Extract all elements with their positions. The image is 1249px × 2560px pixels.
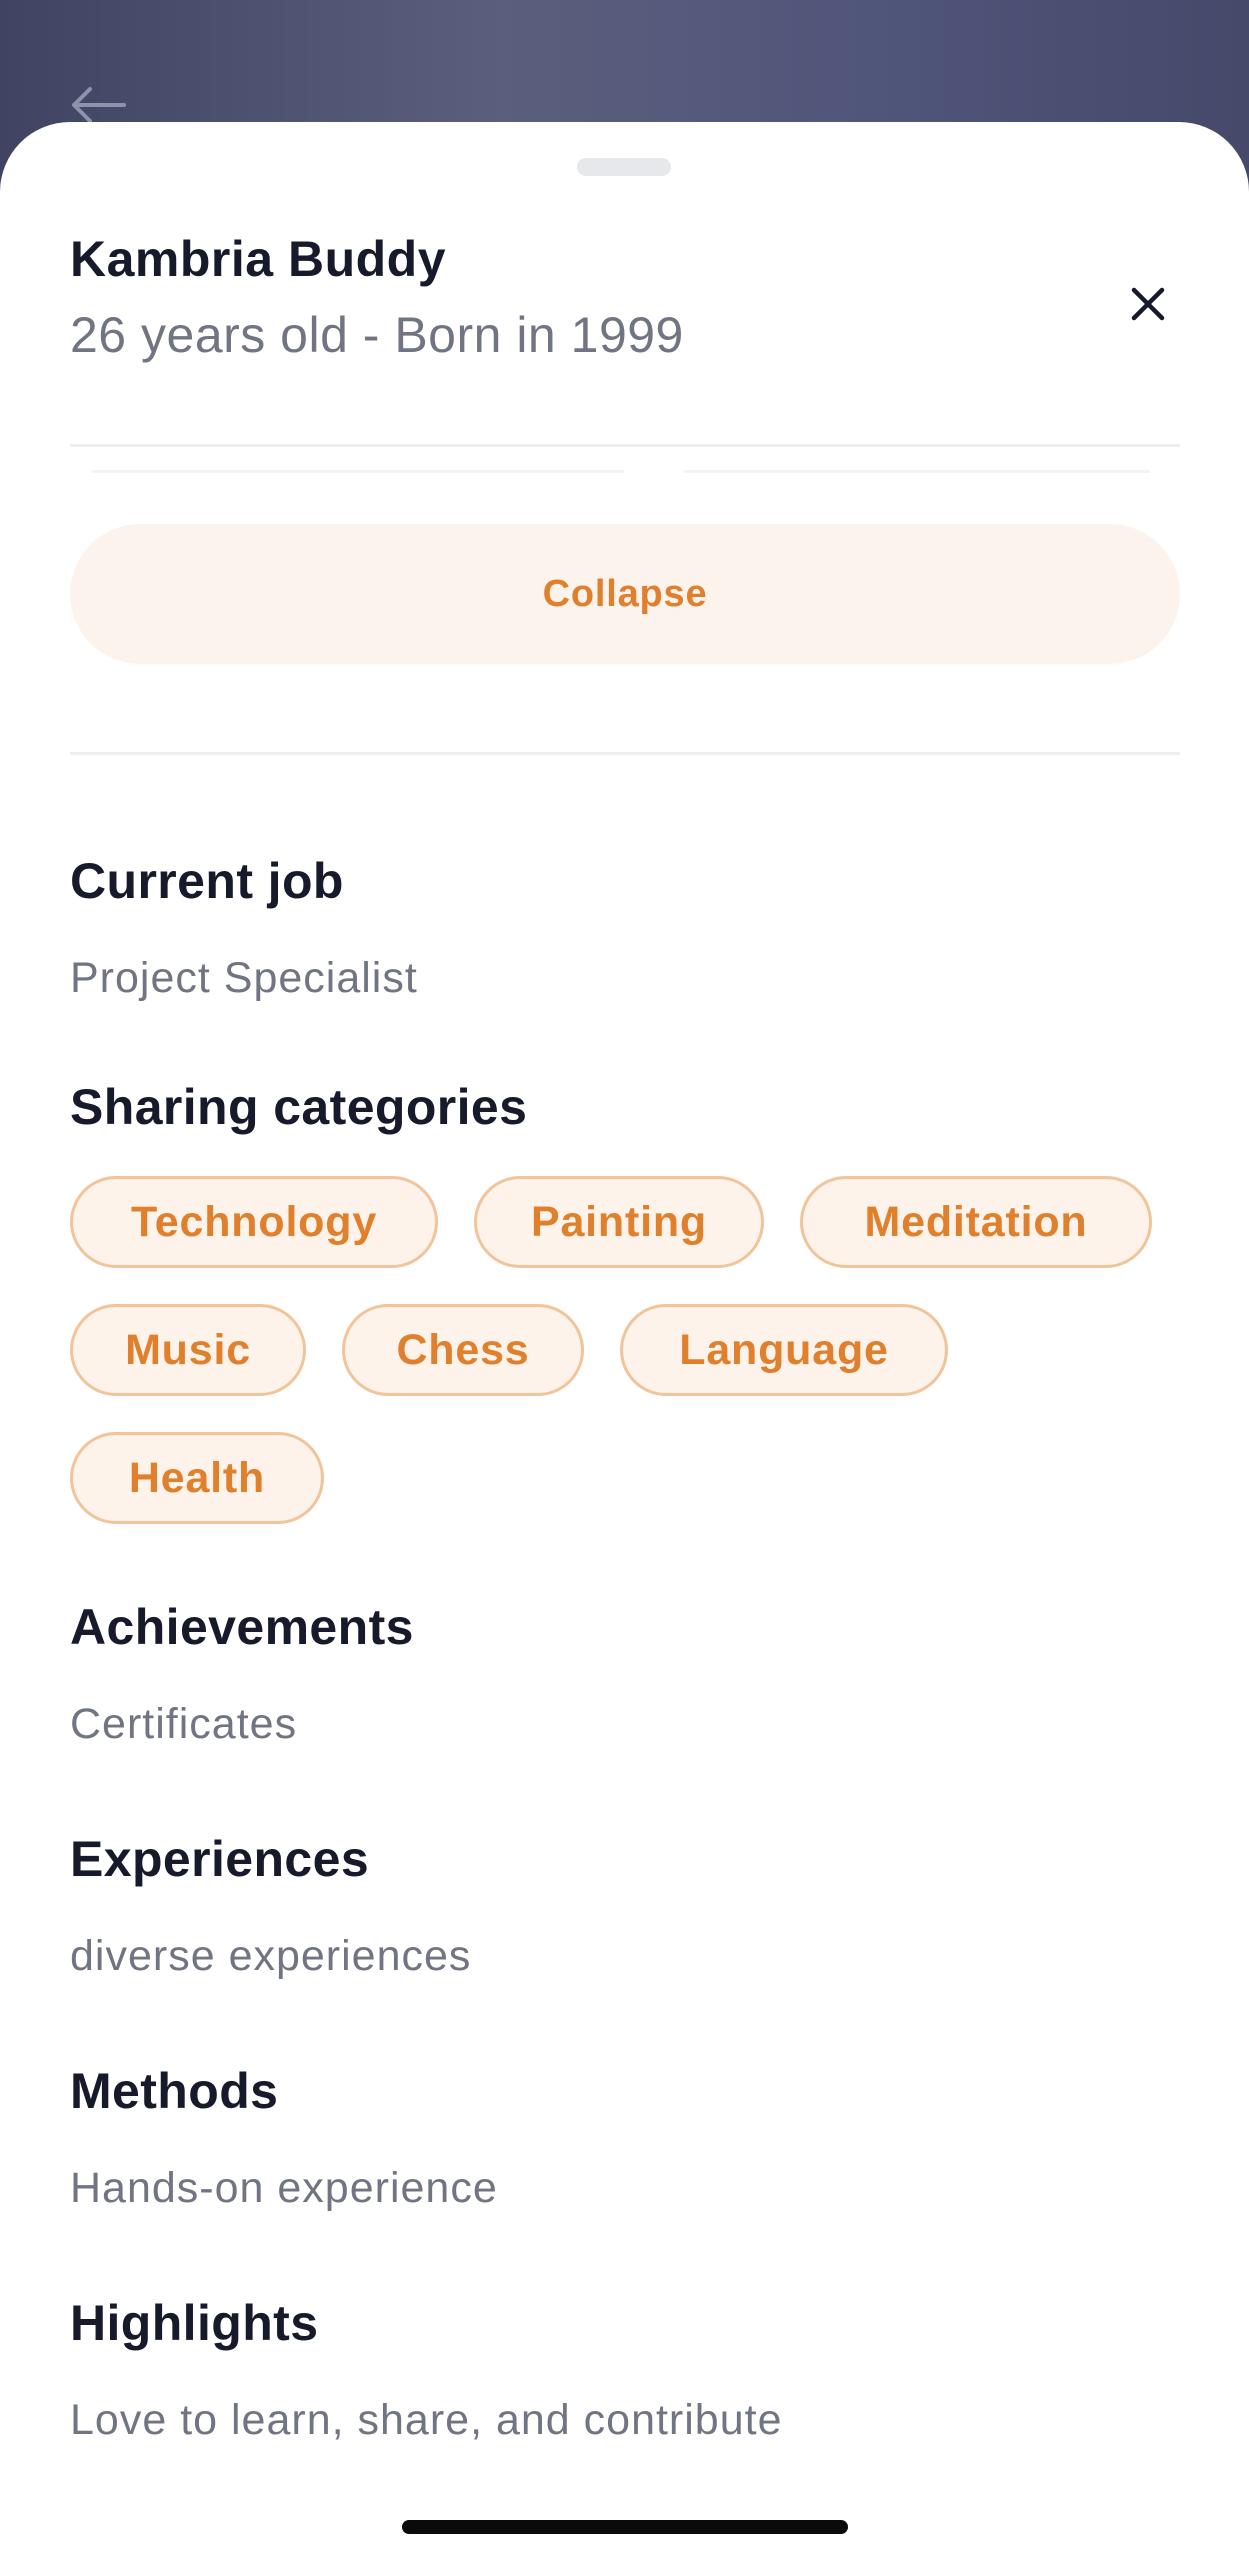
- current-job-value: Project Specialist: [70, 954, 418, 1002]
- profile-name: Kambria Buddy: [70, 231, 447, 287]
- sheet-grabber[interactable]: [577, 158, 671, 176]
- home-indicator[interactable]: [402, 2520, 848, 2534]
- methods-value: Hands-on experience: [70, 2164, 498, 2212]
- collapsed-content-edge: [684, 470, 1150, 473]
- category-chip-painting[interactable]: Painting: [474, 1176, 764, 1268]
- category-chip-meditation[interactable]: Meditation: [800, 1176, 1152, 1268]
- highlights-value: Love to learn, share, and contribute: [70, 2396, 783, 2444]
- arrow-left-icon: [72, 87, 126, 123]
- divider: [70, 752, 1180, 755]
- category-chip-language[interactable]: Language: [620, 1304, 948, 1396]
- collapsed-content-edge: [92, 470, 624, 473]
- close-icon: [1131, 287, 1165, 321]
- profile-age: 26 years old - Born in 1999: [70, 307, 684, 363]
- experiences-title: Experiences: [70, 1831, 370, 1887]
- experiences-value: diverse experiences: [70, 1932, 472, 1980]
- collapse-button[interactable]: Collapse: [70, 524, 1180, 664]
- profile-bottom-sheet: Kambria Buddy 26 years old - Born in 199…: [0, 122, 1249, 2560]
- close-button[interactable]: [1116, 272, 1180, 336]
- achievements-title: Achievements: [70, 1599, 414, 1655]
- divider: [70, 444, 1180, 447]
- category-chip-chess[interactable]: Chess: [342, 1304, 584, 1396]
- methods-title: Methods: [70, 2063, 279, 2119]
- sharing-categories-title: Sharing categories: [70, 1079, 528, 1135]
- category-chip-music[interactable]: Music: [70, 1304, 306, 1396]
- achievements-value: Certificates: [70, 1700, 298, 1748]
- highlights-title: Highlights: [70, 2295, 319, 2351]
- current-job-title: Current job: [70, 853, 344, 909]
- category-chip-health[interactable]: Health: [70, 1432, 324, 1524]
- category-chip-technology[interactable]: Technology: [70, 1176, 438, 1268]
